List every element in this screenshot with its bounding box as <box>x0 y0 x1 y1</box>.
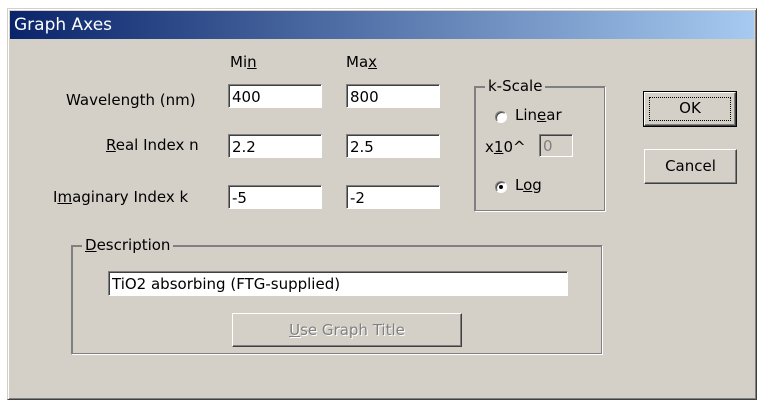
ok-focus-ring <box>649 97 731 121</box>
title-bar: Graph Axes <box>10 11 754 39</box>
k-scale-group: k-Scale Linear x10^ Log <box>474 77 606 212</box>
description-title: Description <box>82 236 174 254</box>
log-radio-dot <box>499 185 503 189</box>
description-group: Description Use Graph Title <box>71 236 603 355</box>
imaginary-index-min-input[interactable] <box>228 185 322 209</box>
imaginary-index-max-input[interactable] <box>346 185 440 209</box>
imaginary-index-label: Imaginary Index k <box>53 188 189 206</box>
real-index-label: Real Index n <box>106 136 199 154</box>
real-index-max-input[interactable] <box>346 134 440 158</box>
real-index-min-input[interactable] <box>228 134 322 158</box>
linear-radio[interactable] <box>495 111 507 123</box>
wavelength-label: Wavelength (nm) <box>66 91 196 109</box>
max-header: Max <box>346 53 378 71</box>
log-label: Log <box>515 176 542 194</box>
use-graph-title-button[interactable]: Use Graph Title <box>232 313 462 347</box>
ok-button[interactable]: OK <box>643 91 737 127</box>
cancel-label: Cancel <box>665 157 716 175</box>
x10-label: x10^ <box>485 138 526 156</box>
description-input[interactable] <box>108 271 568 296</box>
linear-label: Linear <box>515 106 562 124</box>
wavelength-min-input[interactable] <box>228 84 322 108</box>
log-radio[interactable] <box>495 181 507 193</box>
x10-exponent-input[interactable] <box>539 134 573 157</box>
graph-axes-dialog: Graph Axes Min Max Wavelength (nm) Real … <box>7 8 757 400</box>
wavelength-max-input[interactable] <box>346 84 440 108</box>
cancel-button[interactable]: Cancel <box>644 149 737 184</box>
window-title: Graph Axes <box>14 15 113 35</box>
k-scale-title: k-Scale <box>485 77 546 95</box>
min-header: Min <box>230 53 257 71</box>
